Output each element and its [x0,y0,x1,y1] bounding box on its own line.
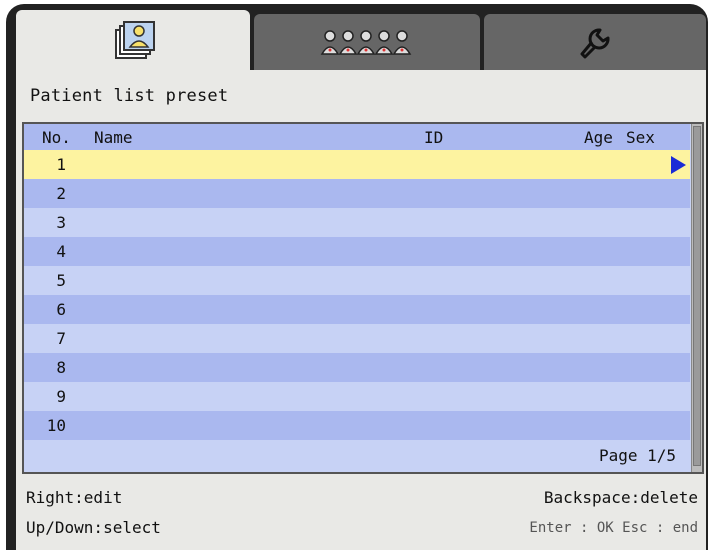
patient-list[interactable]: No. Name ID Age Sex 1 2 3 4 5 6 7 8 9 10… [22,122,704,474]
row-number: 6 [56,300,66,319]
hint-enter-esc: Enter : OK Esc : end [529,520,698,536]
row-number: 2 [56,184,66,203]
table-row[interactable]: 6 [24,295,690,324]
column-id: ID [424,128,444,147]
wrench-icon [580,28,610,59]
list-footer: Page 1/5 [24,440,690,472]
table-row[interactable]: 3 [24,208,690,237]
row-number: 3 [56,213,66,232]
row-number: 8 [56,358,66,377]
patient-card-icon [115,21,155,59]
hint-right-edit: Right:edit [26,488,123,507]
page-title: Patient list preset [30,86,229,106]
table-row[interactable]: 1 [24,150,690,179]
tab-patients[interactable] [254,14,480,72]
row-number: 10 [46,416,66,435]
scrollbar[interactable] [691,124,702,472]
tab-patient[interactable] [16,10,250,72]
row-number: 7 [56,329,66,348]
scrollbar-thumb[interactable] [693,126,701,466]
patients-group-icon [320,30,412,55]
table-row[interactable]: 5 [24,266,690,295]
table-row[interactable]: 8 [24,353,690,382]
list-header: No. Name ID Age Sex [24,124,690,150]
table-row[interactable]: 7 [24,324,690,353]
table-row[interactable]: 10 [24,411,690,440]
column-age: Age [584,128,613,147]
tab-settings[interactable] [484,14,706,72]
column-no: No. [42,128,71,147]
table-row[interactable]: 2 [24,179,690,208]
hint-backspace-delete: Backspace:delete [543,488,698,507]
row-number: 1 [56,155,66,174]
page-indicator: Page 1/5 [598,446,676,465]
selected-arrow-icon [671,156,686,174]
column-sex: Sex [626,128,655,147]
tab-bar [16,10,706,72]
table-row[interactable]: 9 [24,382,690,411]
row-number: 5 [56,271,66,290]
row-number: 4 [56,242,66,261]
hint-up-down-select: Up/Down:select [26,518,161,537]
table-row[interactable]: 4 [24,237,690,266]
column-name: Name [94,128,133,147]
row-number: 9 [56,387,66,406]
patient-list-panel: Patient list preset No. Name ID Age Sex … [16,70,706,550]
